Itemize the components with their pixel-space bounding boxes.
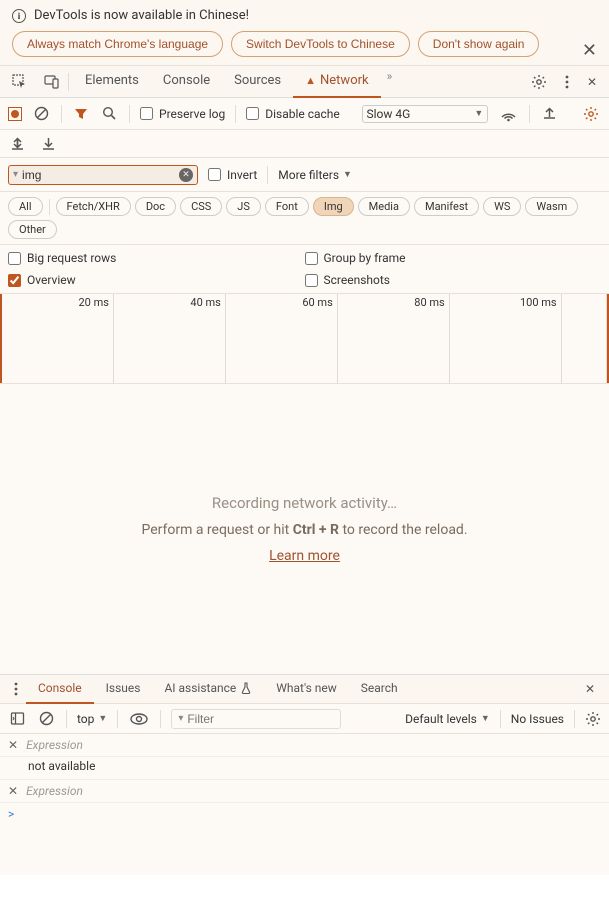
drawer-tab-issues[interactable]: Issues	[94, 674, 153, 704]
live-expression-icon[interactable]	[128, 711, 150, 727]
filter-input[interactable]	[22, 168, 179, 182]
overview-checkbox[interactable]: Overview	[8, 273, 305, 287]
group-frame-checkbox[interactable]: Group by frame	[305, 251, 602, 265]
record-button[interactable]	[8, 107, 22, 121]
timeline-tick: 100 ms	[520, 296, 557, 309]
log-levels-select[interactable]: Default levels ▼	[405, 712, 490, 726]
timeline-tick: 40 ms	[190, 296, 220, 309]
match-language-button[interactable]: Always match Chrome's language	[12, 31, 223, 57]
type-wasm[interactable]: Wasm	[525, 197, 578, 216]
console-sidebar-icon[interactable]	[8, 709, 27, 728]
tab-network[interactable]: ▲ Network	[293, 65, 381, 98]
filter-toggle-icon[interactable]	[72, 105, 90, 123]
screenshots-checkbox[interactable]: Screenshots	[305, 273, 602, 287]
type-doc[interactable]: Doc	[135, 197, 176, 216]
tab-console[interactable]: Console	[151, 65, 222, 98]
empty-subtitle: Perform a request or hit Ctrl + R to rec…	[141, 522, 467, 538]
remove-expression-icon[interactable]: ✕	[8, 738, 18, 752]
drawer-menu-icon[interactable]	[6, 675, 26, 703]
console-toolbar: top ▼ ▾ Default levels ▼ No Issues	[0, 704, 609, 734]
close-devtools-icon[interactable]: ✕	[579, 69, 605, 95]
throttle-select[interactable]: Slow 4G ▼	[362, 105, 489, 123]
tab-sources[interactable]: Sources	[222, 65, 293, 98]
flask-icon	[240, 682, 252, 694]
info-icon: i	[12, 9, 26, 23]
export-har-icon[interactable]	[8, 134, 27, 153]
issues-count[interactable]: No Issues	[511, 712, 564, 726]
expression-result: not available	[0, 757, 609, 780]
type-other[interactable]: Other	[8, 220, 57, 239]
big-rows-checkbox[interactable]: Big request rows	[8, 251, 305, 265]
clear-filter-icon[interactable]: ✕	[179, 168, 193, 182]
kebab-menu-icon[interactable]	[557, 68, 577, 96]
funnel-icon: ▾	[13, 169, 18, 180]
disable-cache-checkbox[interactable]: Disable cache	[246, 107, 340, 121]
type-media[interactable]: Media	[358, 197, 410, 216]
device-toggle-icon[interactable]	[36, 68, 68, 96]
context-select[interactable]: top ▼	[77, 712, 107, 726]
expression-input[interactable]: Expression	[26, 784, 601, 798]
empty-state: Recording network activity… Perform a re…	[0, 384, 609, 674]
network-settings-icon[interactable]	[581, 104, 601, 124]
clear-icon[interactable]	[32, 104, 51, 123]
empty-title: Recording network activity…	[212, 494, 397, 512]
language-infobar: i DevTools is now available in Chinese! …	[0, 0, 609, 66]
settings-icon[interactable]	[523, 68, 555, 96]
learn-more-link[interactable]: Learn more	[269, 548, 340, 564]
invert-checkbox[interactable]: Invert	[208, 168, 257, 182]
drawer-tab-search[interactable]: Search	[349, 674, 410, 704]
type-manifest[interactable]: Manifest	[414, 197, 479, 216]
tab-elements[interactable]: Elements	[73, 65, 151, 98]
har-toolbar	[0, 130, 609, 158]
drawer-tabbar: Console Issues AI assistance What's new …	[0, 674, 609, 704]
filter-bar: ▾ ✕ Invert More filters ▼	[0, 158, 609, 192]
type-ws[interactable]: WS	[483, 197, 521, 216]
chevron-down-icon: ▼	[481, 713, 490, 724]
close-icon[interactable]: ✕	[582, 40, 597, 61]
live-expression-row: ✕ Expression	[0, 780, 609, 803]
close-drawer-icon[interactable]: ✕	[577, 676, 603, 702]
drawer-tab-whatsnew[interactable]: What's new	[264, 674, 349, 704]
expression-input[interactable]: Expression	[26, 738, 601, 752]
download-har-icon[interactable]	[39, 134, 58, 153]
drawer-tab-ai[interactable]: AI assistance	[152, 674, 264, 704]
chevron-down-icon: ▼	[343, 169, 352, 180]
chevron-down-icon: ▼	[474, 108, 483, 119]
network-conditions-icon[interactable]	[498, 103, 519, 124]
timeline-overview[interactable]: 20 ms 40 ms 60 ms 80 ms 100 ms	[0, 294, 609, 384]
switch-language-button[interactable]: Switch DevTools to Chinese	[231, 31, 410, 57]
type-fetch[interactable]: Fetch/XHR	[56, 197, 131, 216]
infobar-title: DevTools is now available in Chinese!	[34, 8, 249, 23]
resource-type-bar: All Fetch/XHR Doc CSS JS Font Img Media …	[0, 192, 609, 245]
type-css[interactable]: CSS	[180, 197, 222, 216]
type-font[interactable]: Font	[265, 197, 309, 216]
remove-expression-icon[interactable]: ✕	[8, 784, 18, 798]
dont-show-again-button[interactable]: Don't show again	[418, 31, 540, 57]
type-all[interactable]: All	[8, 197, 43, 216]
funnel-icon: ▾	[178, 713, 183, 724]
timeline-tick: 60 ms	[302, 296, 332, 309]
chevron-down-icon: ▼	[98, 713, 107, 724]
timeline-tick: 80 ms	[414, 296, 444, 309]
console-prompt[interactable]: >	[0, 803, 609, 825]
drawer-tab-console[interactable]: Console	[26, 674, 94, 704]
search-icon[interactable]	[100, 104, 119, 123]
console-settings-icon[interactable]	[585, 711, 601, 727]
type-img[interactable]: Img	[313, 197, 354, 216]
network-toolbar: Preserve log Disable cache Slow 4G ▼	[0, 98, 609, 130]
preserve-log-checkbox[interactable]: Preserve log	[140, 107, 225, 121]
warning-icon: ▲	[305, 74, 316, 87]
live-expression-row: ✕ Expression	[0, 734, 609, 757]
console-filter-input[interactable]: ▾	[171, 709, 341, 729]
filter-input-wrap[interactable]: ▾ ✕	[8, 165, 198, 185]
more-filters-dropdown[interactable]: More filters ▼	[278, 168, 352, 182]
inspect-icon[interactable]	[4, 68, 36, 96]
more-tabs-icon[interactable]: »	[381, 65, 399, 98]
view-options: Big request rows Overview Group by frame…	[0, 245, 609, 294]
console-clear-icon[interactable]	[37, 709, 56, 728]
import-har-icon[interactable]	[540, 104, 559, 123]
timeline-tick: 20 ms	[79, 296, 109, 309]
main-tabbar: Elements Console Sources ▲ Network » ✕	[0, 66, 609, 98]
type-js[interactable]: JS	[226, 197, 261, 216]
